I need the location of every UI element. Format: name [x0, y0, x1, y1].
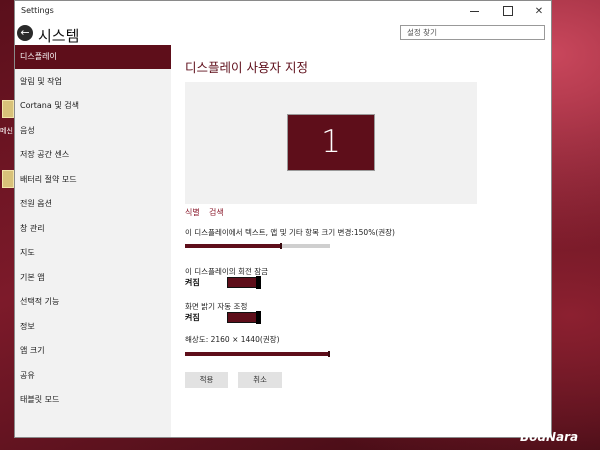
sidebar-item[interactable]: 앱 크기 — [15, 339, 171, 363]
sidebar: 디스플레이 알림 및 작업 Cortana 및 검색 음성 저장 공간 센스 배터리 절약… — [15, 45, 171, 437]
minimize-button[interactable] — [459, 1, 489, 23]
cancel-button[interactable]: 취소 — [238, 372, 282, 388]
main-content: 디스플레이 사용자 지정 1 식별 검색 이 디스플레이에서 텍스트, 앱 및 … — [171, 45, 551, 437]
desktop-file-icon[interactable] — [2, 170, 14, 188]
sidebar-item[interactable]: 정보 — [15, 315, 171, 339]
page-header: ← 시스템 설정 찾기 — [15, 23, 551, 45]
close-icon: ✕ — [534, 6, 544, 17]
apply-button[interactable]: 적용 — [185, 372, 228, 388]
desktop-icon-label: 메신 — [0, 127, 13, 135]
identify-link[interactable]: 식별 — [185, 207, 200, 218]
rotation-lock-state: 켜짐 — [185, 278, 200, 287]
auto-brightness-state: 켜짐 — [185, 313, 200, 322]
auto-brightness-label: 화면 밝기 자동 조정 — [185, 302, 248, 311]
app-title: Settings — [21, 6, 54, 15]
detect-link[interactable]: 검색 — [209, 207, 224, 218]
resolution-label: 해상도: 2160 × 1440(권장) — [185, 335, 280, 344]
title-bar[interactable]: Settings ✕ — [15, 1, 551, 23]
sidebar-item[interactable]: 선택적 기능 — [15, 290, 171, 314]
sidebar-item[interactable]: 기본 앱 — [15, 266, 171, 290]
back-arrow-icon: ← — [20, 26, 30, 39]
sidebar-item[interactable]: 디스플레이 — [15, 45, 171, 69]
back-button[interactable]: ← — [17, 25, 33, 41]
sidebar-item[interactable]: 저장 공간 센스 — [15, 143, 171, 167]
sidebar-item[interactable]: 지도 — [15, 241, 171, 265]
minimize-icon — [469, 10, 479, 12]
scale-slider-fill — [185, 244, 282, 248]
toggle-knob — [256, 311, 261, 324]
settings-window: Settings ✕ ← 시스템 설정 찾기 디스플레이 알림 및 작업 Corta… — [14, 0, 552, 438]
sidebar-item[interactable]: 배터리 절약 모드 — [15, 168, 171, 192]
resolution-slider-fill — [185, 352, 330, 356]
page-title: 디스플레이 사용자 지정 — [185, 60, 308, 75]
monitor-number: 1 — [321, 124, 341, 160]
desktop-folder-icon[interactable] — [2, 100, 14, 118]
sidebar-item[interactable]: 공유 — [15, 364, 171, 388]
scale-label: 이 디스플레이에서 텍스트, 앱 및 기타 항목 크기 변경:150%(권장) — [185, 228, 395, 237]
sidebar-item[interactable]: 알림 및 작업 — [15, 70, 171, 94]
watermark-logo: BodNara — [520, 430, 579, 444]
rotation-lock-toggle[interactable] — [227, 276, 261, 289]
display-arrangement-area: 1 — [185, 82, 477, 204]
resolution-slider[interactable] — [185, 351, 330, 357]
sidebar-item[interactable]: Cortana 및 검색 — [15, 94, 171, 118]
maximize-icon — [503, 6, 513, 16]
auto-brightness-toggle[interactable] — [227, 311, 261, 324]
toggle-knob — [256, 276, 261, 289]
close-button[interactable]: ✕ — [524, 1, 554, 23]
scale-slider-thumb[interactable] — [280, 243, 282, 249]
sidebar-item[interactable]: 창 관리 — [15, 217, 171, 241]
search-placeholder: 설정 찾기 — [407, 28, 437, 37]
sidebar-item[interactable]: 태블릿 모드 — [15, 388, 171, 412]
search-input[interactable]: 설정 찾기 — [400, 25, 545, 40]
scale-slider[interactable] — [185, 243, 330, 249]
monitor-tile[interactable]: 1 — [287, 114, 375, 171]
section-title: 시스템 — [38, 27, 80, 45]
resolution-slider-thumb[interactable] — [328, 351, 330, 357]
maximize-button[interactable] — [493, 1, 523, 23]
sidebar-item[interactable]: 전원 옵션 — [15, 192, 171, 216]
sidebar-item[interactable]: 음성 — [15, 119, 171, 143]
